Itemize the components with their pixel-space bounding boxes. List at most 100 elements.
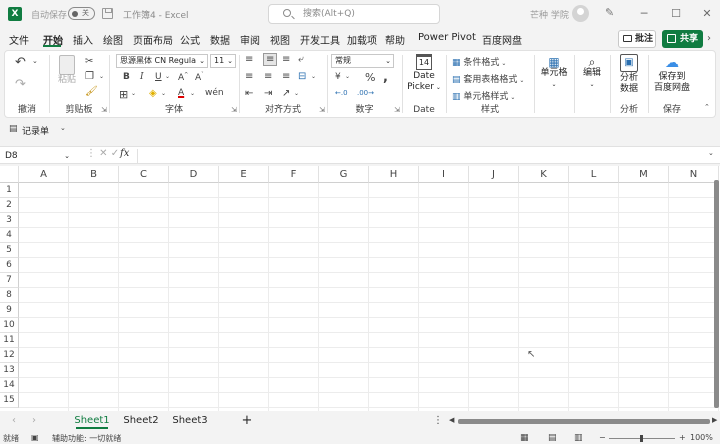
format-as-table-button[interactable]: ▤ 套用表格格式 ⌄	[452, 72, 524, 85]
chevron-right-icon[interactable]: ›	[707, 33, 711, 44]
tab-file[interactable]: 文件	[9, 32, 29, 47]
align-top-icon[interactable]: ≡	[245, 54, 253, 65]
expand-formula-icon[interactable]: ⌄	[708, 149, 714, 157]
underline-dropdown-icon[interactable]: ⌄	[165, 73, 170, 80]
row-header-3[interactable]: 3	[0, 213, 19, 228]
column-header-b[interactable]: B	[69, 166, 119, 183]
add-sheet-button[interactable]: +	[238, 411, 256, 430]
sheet-tab-3[interactable]: Sheet3	[167, 411, 213, 430]
align-center-icon[interactable]: ≡	[264, 71, 272, 82]
comment-button[interactable]: 批注	[618, 30, 656, 48]
row-header-11[interactable]: 11	[0, 333, 19, 348]
column-header-e[interactable]: E	[219, 166, 269, 183]
save-icon[interactable]	[102, 8, 113, 19]
select-all-corner[interactable]	[0, 166, 19, 183]
analyze-data-button[interactable]: ▣ 分析 数据	[613, 54, 645, 95]
column-header-k[interactable]: K	[519, 166, 569, 183]
save-to-baidu-button[interactable]: ☁ 保存到 百度网盘	[648, 54, 696, 94]
column-header-n[interactable]: N	[669, 166, 719, 183]
row-header-10[interactable]: 10	[0, 318, 19, 333]
column-header-d[interactable]: D	[169, 166, 219, 183]
user-name[interactable]: 芒种 学院	[530, 8, 569, 21]
font-color-icon[interactable]: A	[178, 88, 184, 98]
date-picker-button[interactable]: 14 Date Picker ⌄	[406, 54, 442, 93]
tab-view[interactable]: 视图	[270, 32, 290, 47]
tab-data[interactable]: 数据	[210, 32, 230, 47]
row-header-5[interactable]: 5	[0, 243, 19, 258]
align-right-icon[interactable]: ≡	[282, 71, 290, 82]
vertical-scrollbar[interactable]	[714, 180, 719, 408]
cells-button[interactable]: ▦ 单元格 ⌄	[536, 56, 572, 90]
row-header-6[interactable]: 6	[0, 258, 19, 273]
row-header-8[interactable]: 8	[0, 288, 19, 303]
number-launcher-icon[interactable]: ⇲	[394, 106, 400, 114]
column-header-m[interactable]: M	[619, 166, 669, 183]
row-header-4[interactable]: 4	[0, 228, 19, 243]
worksheet-grid[interactable]: ABCDEFGHIJKLMN 1 2 3 4 5 6 7 8 9 10 11 12 13 14 15	[0, 166, 720, 411]
collapse-ribbon-icon[interactable]: ⌃	[704, 103, 710, 111]
currency-dropdown-icon[interactable]: ⌄	[345, 73, 350, 80]
cut-icon[interactable]: ✂	[85, 56, 93, 67]
column-header-l[interactable]: L	[569, 166, 619, 183]
alignment-launcher-icon[interactable]: ⇲	[319, 106, 325, 114]
next-sheet-icon[interactable]: ›	[32, 415, 36, 426]
row-header-9[interactable]: 9	[0, 303, 19, 318]
clipboard-launcher-icon[interactable]: ⇲	[101, 106, 107, 114]
zoom-level[interactable]: 100%	[690, 433, 713, 442]
search-box[interactable]: 搜索(Alt+Q)	[268, 4, 440, 24]
tab-baidu[interactable]: 百度网盘	[482, 32, 522, 47]
customize-qat-icon[interactable]: ⌄	[60, 124, 66, 132]
fill-color-icon[interactable]: ◈	[149, 88, 157, 99]
orientation-icon[interactable]: ↗	[282, 88, 290, 99]
font-grow-icon[interactable]: A^	[178, 72, 188, 83]
bold-icon[interactable]: B	[123, 72, 130, 82]
align-bottom-icon[interactable]: ≡	[282, 54, 290, 65]
redo-icon[interactable]: ↷	[15, 77, 26, 92]
undo-icon[interactable]: ↶	[15, 55, 26, 70]
editing-button[interactable]: ⌕ 编辑 ⌄	[576, 56, 608, 90]
decrease-decimal-icon[interactable]: .00→	[357, 89, 374, 97]
merge-dropdown-icon[interactable]: ⌄	[311, 73, 316, 80]
font-shrink-icon[interactable]: Aˇ	[195, 72, 204, 83]
decrease-indent-icon[interactable]: ⇤	[245, 88, 253, 99]
tab-addins[interactable]: 加载项	[347, 32, 377, 47]
tab-page-layout[interactable]: 页面布局	[133, 32, 173, 47]
font-launcher-icon[interactable]: ⇲	[231, 106, 237, 114]
percent-icon[interactable]: %	[365, 71, 375, 84]
page-layout-view-icon[interactable]: ▤	[548, 433, 557, 443]
share-button[interactable]: 共享	[662, 30, 703, 48]
zoom-in-icon[interactable]: +	[679, 433, 686, 442]
row-header-2[interactable]: 2	[0, 198, 19, 213]
avatar[interactable]	[572, 5, 589, 22]
sheet-tab-1[interactable]: Sheet1	[70, 411, 114, 430]
name-box[interactable]: D8 ⌄	[3, 149, 72, 163]
increase-decimal-icon[interactable]: ←.0	[335, 89, 348, 97]
column-header-a[interactable]: A	[19, 166, 69, 183]
prev-sheet-icon[interactable]: ‹	[12, 415, 16, 426]
increase-indent-icon[interactable]: ⇥	[264, 88, 272, 99]
merge-center-icon[interactable]: ⊟	[298, 71, 306, 82]
page-break-view-icon[interactable]: ▥	[574, 433, 583, 443]
conditional-format-button[interactable]: ▦ 条件格式 ⌄	[452, 55, 506, 68]
zoom-out-icon[interactable]: −	[599, 433, 606, 442]
orientation-dropdown-icon[interactable]: ⌄	[294, 90, 299, 97]
row-header-1[interactable]: 1	[0, 183, 19, 198]
currency-icon[interactable]: ¥	[335, 72, 341, 82]
maximize-button[interactable]: ☐	[666, 4, 686, 24]
font-color-dropdown-icon[interactable]: ⌄	[190, 90, 195, 97]
row-header-7[interactable]: 7	[0, 273, 19, 288]
borders-icon[interactable]: ⊞	[119, 88, 128, 101]
scroll-left-icon[interactable]: ◀	[449, 416, 454, 424]
row-header-13[interactable]: 13	[0, 363, 19, 378]
align-middle-icon[interactable]: ≡	[263, 53, 278, 66]
tab-insert[interactable]: 插入	[73, 32, 93, 47]
minimize-button[interactable]: ─	[634, 4, 654, 24]
copy-icon[interactable]: ❐	[85, 71, 94, 82]
horizontal-scrollbar[interactable]	[458, 419, 710, 424]
column-header-c[interactable]: C	[119, 166, 169, 183]
insert-function-icon[interactable]: fx	[120, 148, 129, 159]
borders-dropdown-icon[interactable]: ⌄	[131, 90, 136, 97]
comma-icon[interactable]: ,	[383, 70, 388, 85]
underline-icon[interactable]: U	[155, 72, 162, 82]
column-header-g[interactable]: G	[319, 166, 369, 183]
